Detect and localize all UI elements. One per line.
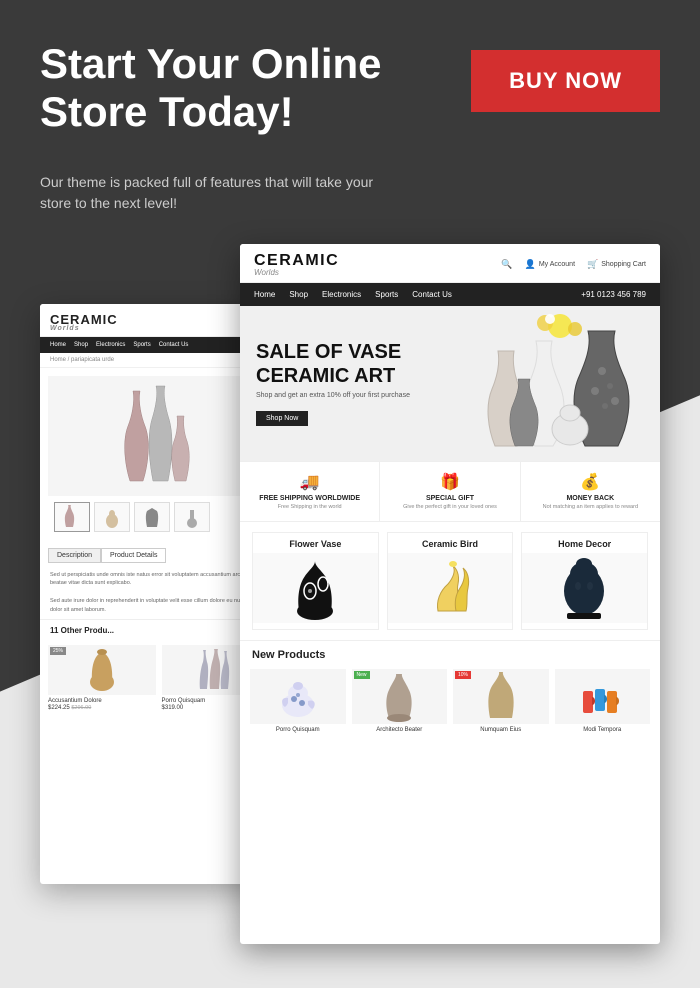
front-brand: CERAMIC: [254, 252, 339, 270]
nav-sports[interactable]: Sports: [375, 290, 398, 299]
front-cat-title-1: Flower Vase: [253, 533, 378, 553]
front-hero-text: SALE OF VASE CERAMIC ART Shop and get an…: [240, 320, 426, 446]
vases-svg: [110, 381, 210, 491]
front-prod-4: Modi Tempora: [555, 669, 651, 735]
front-feature-1: 🚚 FREE SHIPPING WORLDWIDE Free Shipping …: [240, 462, 380, 522]
front-feature-desc-2: Give the perfect gift in your loved ones: [385, 504, 514, 512]
front-prod-img-4: [555, 669, 651, 724]
buy-now-button[interactable]: BUY NOW: [471, 50, 660, 112]
headline: Start Your Online Store Today!: [40, 40, 420, 137]
back-tab-details[interactable]: Product Details: [101, 548, 166, 563]
front-nav-phone: +91 0123 456 789: [581, 290, 646, 299]
top-row: Start Your Online Store Today! BUY NOW: [40, 40, 660, 157]
front-feature-desc-1: Free Shipping in the world: [245, 504, 374, 512]
back-prod-item-1: 25% Accusantium Dolore $224.25 $296.00: [48, 645, 156, 711]
front-products: Porro Quisquam New Architecto Beater: [240, 665, 660, 743]
money-back-icon: 💰: [526, 472, 655, 492]
cart-icon[interactable]: 🛒 Shopping Cart: [587, 259, 646, 270]
back-thumb-3[interactable]: [134, 502, 170, 532]
front-prod-img-1: [250, 669, 346, 724]
back-prod-img-1: 25%: [48, 645, 156, 695]
front-cat-ceramic-bird[interactable]: Ceramic Bird: [387, 532, 514, 630]
back-thumb-4[interactable]: [174, 502, 210, 532]
front-cat-title-3: Home Decor: [522, 533, 647, 553]
front-feature-desc-3: Not matching an item applies to reward: [526, 504, 655, 512]
back-thumb-2[interactable]: [94, 502, 130, 532]
front-brand-block: CERAMIC Worlds: [254, 252, 339, 277]
front-feature-title-2: SPECIAL GIFT: [385, 495, 514, 502]
back-thumb-1[interactable]: [54, 502, 90, 532]
front-hero-title: SALE OF VASE CERAMIC ART: [256, 340, 410, 388]
front-prod-img-3: 10%: [453, 669, 549, 724]
main-container: Start Your Online Store Today! BUY NOW O…: [0, 0, 700, 988]
nav-contact[interactable]: Contact Us: [412, 290, 452, 299]
screenshot-front: CERAMIC Worlds 🔍 👤 My Account 🛒 Shopping…: [240, 244, 660, 944]
front-hero: SALE OF VASE CERAMIC ART Shop and get an…: [240, 306, 660, 461]
shop-now-button[interactable]: Shop Now: [256, 411, 308, 426]
front-prod-3: 10% Numquam Eius: [453, 669, 549, 735]
back-brand: CERAMIC Worlds: [50, 312, 270, 332]
front-prod-name-4: Modi Tempora: [555, 727, 651, 735]
front-prod-2: New Architecto Beater: [352, 669, 448, 735]
front-prod-badge-3: 10%: [455, 671, 471, 679]
front-cat-img-3: [522, 553, 647, 623]
front-feature-title-1: FREE SHIPPING WORLDWIDE: [245, 495, 374, 502]
shipping-icon: 🚚: [245, 472, 374, 492]
front-nav: Home Shop Electronics Sports Contact Us …: [240, 283, 660, 306]
screenshots-container: CERAMIC Worlds Home Shop Electronics Spo…: [40, 244, 660, 954]
back-prod-badge-1: 25%: [50, 647, 66, 655]
front-hero-sub: Shop and get an extra 10% off your first…: [256, 392, 410, 399]
content-layer: Start Your Online Store Today! BUY NOW O…: [0, 0, 700, 954]
front-cat-title-2: Ceramic Bird: [388, 533, 513, 553]
front-prod-1: Porro Quisquam: [250, 669, 346, 735]
hero-vases-svg: [470, 311, 650, 456]
back-tab-description[interactable]: Description: [48, 548, 101, 563]
back-main-image: [48, 376, 272, 496]
back-tabs: Description Product Details: [48, 548, 272, 563]
front-prod-badge-2: New: [354, 671, 370, 679]
back-prod-name-1: Accusantium Dolore: [48, 698, 156, 704]
front-categories: Flower Vase: [240, 522, 660, 640]
front-hero-vases: [470, 311, 650, 456]
front-cat-home-decor[interactable]: Home Decor: [521, 532, 648, 630]
sub-text: Our theme is packed full of features tha…: [40, 172, 380, 214]
front-new-products-title: New Products: [240, 640, 660, 665]
back-prod-price-1: $224.25 $296.00: [48, 705, 156, 711]
front-prod-name-1: Porro Quisquam: [250, 727, 346, 735]
front-cat-flower-vase[interactable]: Flower Vase: [252, 532, 379, 630]
front-prod-name-3: Numquam Eius: [453, 727, 549, 735]
front-nav-links: Home Shop Electronics Sports Contact Us: [254, 290, 452, 299]
back-thumbs: [48, 502, 272, 532]
front-feature-2: 🎁 SPECIAL GIFT Give the perfect gift in …: [380, 462, 520, 522]
front-features: 🚚 FREE SHIPPING WORLDWIDE Free Shipping …: [240, 461, 660, 523]
search-icon[interactable]: 🔍: [501, 259, 512, 270]
front-prod-name-2: Architecto Beater: [352, 727, 448, 735]
nav-electronics[interactable]: Electronics: [322, 290, 361, 299]
front-cat-img-2: [388, 553, 513, 623]
front-cat-img-1: [253, 553, 378, 623]
gift-icon: 🎁: [385, 472, 514, 492]
front-header: CERAMIC Worlds 🔍 👤 My Account 🛒 Shopping…: [240, 244, 660, 283]
front-feature-3: 💰 MONEY BACK Not matching an item applie…: [521, 462, 660, 522]
front-header-icons: 🔍 👤 My Account 🛒 Shopping Cart: [501, 259, 646, 270]
nav-home[interactable]: Home: [254, 290, 275, 299]
front-feature-title-3: MONEY BACK: [526, 495, 655, 502]
nav-shop[interactable]: Shop: [289, 290, 308, 299]
account-icon[interactable]: 👤 My Account: [525, 259, 575, 270]
front-prod-img-2: New: [352, 669, 448, 724]
